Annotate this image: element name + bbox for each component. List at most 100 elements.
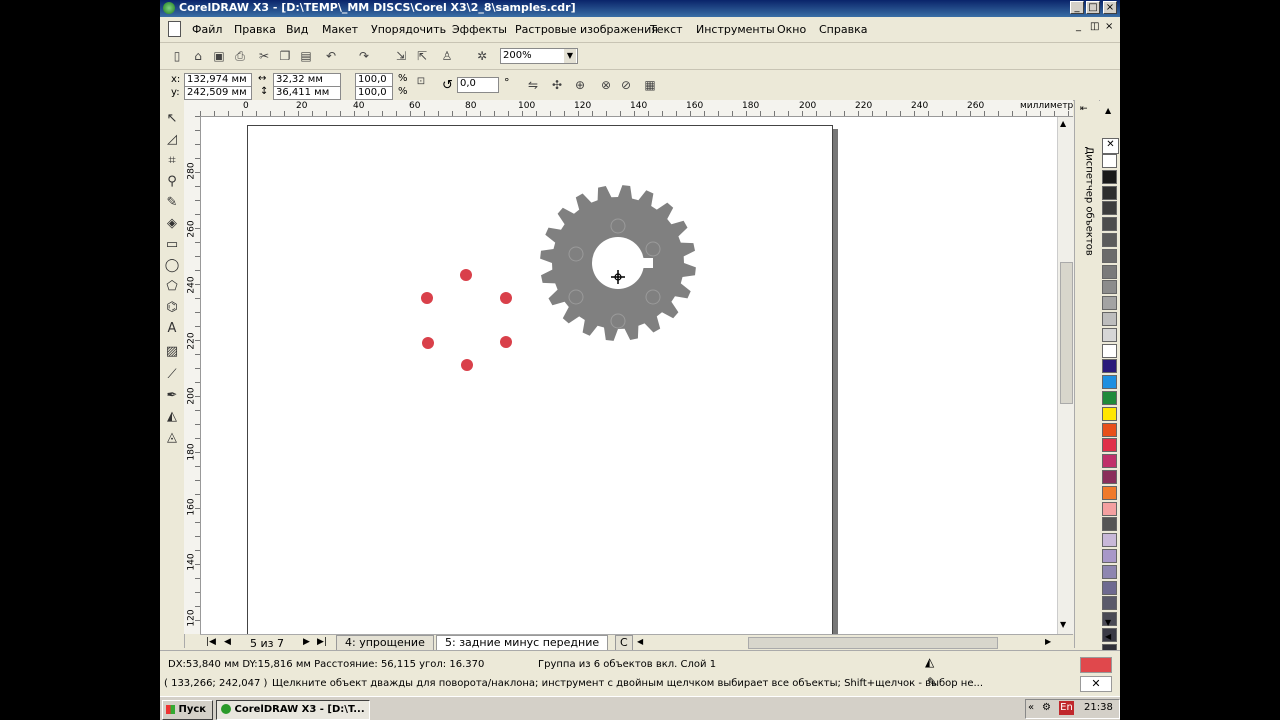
color-swatch[interactable] (1102, 391, 1117, 405)
rotation-field[interactable]: 0,0 (457, 77, 499, 93)
color-swatch[interactable] (1102, 596, 1117, 611)
docker-tab-icon[interactable]: ⇤ (1080, 104, 1088, 114)
color-swatch[interactable] (1102, 296, 1117, 311)
drawing-canvas[interactable] (201, 117, 1059, 634)
import-icon[interactable]: ⇲ (392, 47, 410, 65)
color-swatch[interactable] (1102, 580, 1117, 595)
trim-icon[interactable]: ⊘ (617, 76, 635, 94)
fill-tool-icon[interactable]: ◭ (163, 408, 181, 426)
menu-layout[interactable]: Макет (322, 23, 358, 36)
color-swatch[interactable] (1102, 438, 1117, 453)
ruler-corner[interactable] (184, 100, 201, 117)
scroll-up-icon[interactable]: ▲ (1060, 119, 1066, 128)
h-scroll-thumb[interactable] (748, 637, 998, 649)
network-icon[interactable]: ⚙ (1042, 702, 1051, 713)
color-swatch[interactable] (1102, 533, 1117, 548)
palette-scroll-down-icon[interactable]: ▼ (1105, 618, 1111, 627)
color-swatch[interactable] (1102, 169, 1117, 184)
doc-restore-button[interactable]: ◫ (1090, 21, 1099, 32)
palette-scroll-up-icon[interactable]: ▲ (1105, 106, 1111, 115)
lock-ratio-icon[interactable]: ⊡ (412, 73, 430, 91)
doc-close-button[interactable]: × (1105, 21, 1113, 32)
color-swatch[interactable] (1102, 549, 1117, 563)
text-tool-icon[interactable]: A (163, 320, 181, 338)
color-swatch[interactable] (1102, 217, 1117, 232)
interactive-fill-icon[interactable]: ◬ (163, 429, 181, 447)
color-swatch[interactable] (1102, 312, 1117, 326)
color-swatch[interactable] (1102, 343, 1117, 358)
zoom-select[interactable]: 200% ▼ (500, 48, 578, 64)
zoom-tool-icon[interactable]: ⚲ (163, 173, 181, 191)
color-swatch[interactable] (1102, 248, 1117, 263)
color-swatch[interactable] (1102, 454, 1117, 469)
scroll-left-icon[interactable]: ◀ (637, 637, 643, 646)
freehand-tool-icon[interactable]: ✎ (163, 194, 181, 212)
mirror-icon[interactable]: ⇋ (524, 76, 542, 94)
print-icon[interactable]: ⎙ (231, 47, 249, 65)
fill-color-swatch[interactable] (1080, 657, 1112, 673)
menu-window[interactable]: Окно (777, 23, 806, 36)
scale-x-field[interactable]: 100,0 (355, 73, 393, 87)
welcome-icon[interactable]: ✲ (473, 47, 491, 65)
page-tab[interactable]: С (615, 635, 633, 651)
color-swatch[interactable] (1102, 233, 1117, 247)
palette-expand-icon[interactable]: ◀ (1105, 632, 1111, 641)
last-page-icon[interactable]: ▶| (317, 637, 327, 647)
page-tab[interactable]: 4: упрощение (336, 635, 434, 651)
language-indicator[interactable]: En (1059, 701, 1074, 715)
paste-icon[interactable]: ▤ (297, 47, 315, 65)
menu-edit[interactable]: Правка (234, 23, 276, 36)
first-page-icon[interactable]: |◀ (206, 637, 216, 647)
color-swatch[interactable] (1102, 470, 1117, 484)
interactive-tool-icon[interactable]: ▨ (163, 343, 181, 361)
taskbar-app-button[interactable]: CorelDRAW X3 - [D:\T... (216, 700, 370, 720)
color-swatch[interactable] (1102, 422, 1117, 437)
maximize-button[interactable]: □ (1086, 1, 1100, 14)
close-button[interactable]: × (1103, 1, 1117, 14)
menu-tools[interactable]: Инструменты (696, 23, 775, 36)
color-swatch[interactable] (1102, 501, 1117, 516)
color-swatch[interactable] (1102, 264, 1117, 279)
scroll-thumb[interactable] (1060, 262, 1073, 404)
y-position-field[interactable]: 242,509 мм (184, 86, 252, 100)
next-page-icon[interactable]: ▶ (303, 637, 310, 647)
vertical-scrollbar[interactable]: ▲ ▼ (1057, 117, 1074, 634)
pick-tool-icon[interactable]: ↖ (163, 110, 181, 128)
menu-help[interactable]: Справка (819, 23, 867, 36)
menu-bitmaps[interactable]: Растровые изображения (515, 23, 658, 36)
minimize-button[interactable]: _ (1070, 1, 1084, 14)
x-position-field[interactable]: 132,974 мм (184, 73, 252, 87)
gear-shape[interactable] (540, 185, 696, 341)
vertical-ruler[interactable]: 280 260 240 220 200 180 160 140 120 (184, 116, 201, 634)
scale-y-field[interactable]: 100,0 (355, 86, 393, 100)
color-swatch[interactable] (1102, 185, 1117, 200)
eyedropper-icon[interactable]: ⟋ (163, 366, 181, 384)
polygon-tool-icon[interactable]: ⬠ (163, 278, 181, 296)
color-swatch[interactable] (1102, 375, 1117, 390)
cut-icon[interactable]: ✂ (255, 47, 273, 65)
export-icon[interactable]: ⇱ (413, 47, 431, 65)
tray-expand-icon[interactable]: « (1028, 702, 1034, 713)
launcher-icon[interactable]: ♙ (438, 47, 456, 65)
color-swatch[interactable] (1102, 327, 1117, 342)
document-icon[interactable] (168, 21, 181, 37)
smart-fill-icon[interactable]: ◈ (163, 215, 181, 233)
color-swatch[interactable] (1102, 201, 1117, 216)
color-swatch[interactable] (1102, 564, 1117, 579)
align-icon[interactable]: ✣ (548, 76, 566, 94)
red-dots-group[interactable] (421, 269, 512, 371)
page-tab-active[interactable]: 5: задние минус передние (436, 635, 609, 651)
menu-text[interactable]: Текст (650, 23, 683, 36)
color-swatch[interactable] (1102, 280, 1117, 295)
color-swatch[interactable] (1102, 406, 1117, 421)
copy-icon[interactable]: ❐ (276, 47, 294, 65)
no-fill-swatch[interactable]: ✕ (1102, 138, 1119, 154)
open-icon[interactable]: ⌂ (189, 47, 207, 65)
start-button[interactable]: Пуск (162, 700, 213, 720)
object-manager-docker[interactable]: ⇤ Диспетчер объектов (1074, 100, 1099, 648)
redo-icon[interactable]: ↷ (355, 47, 373, 65)
rectangle-tool-icon[interactable]: ▭ (163, 236, 181, 254)
prev-page-icon[interactable]: ◀ (224, 637, 231, 647)
color-swatch[interactable] (1102, 359, 1117, 374)
horizontal-ruler[interactable]: 0 20 40 60 80 100 120 140 160 180 200 22… (200, 100, 1080, 117)
